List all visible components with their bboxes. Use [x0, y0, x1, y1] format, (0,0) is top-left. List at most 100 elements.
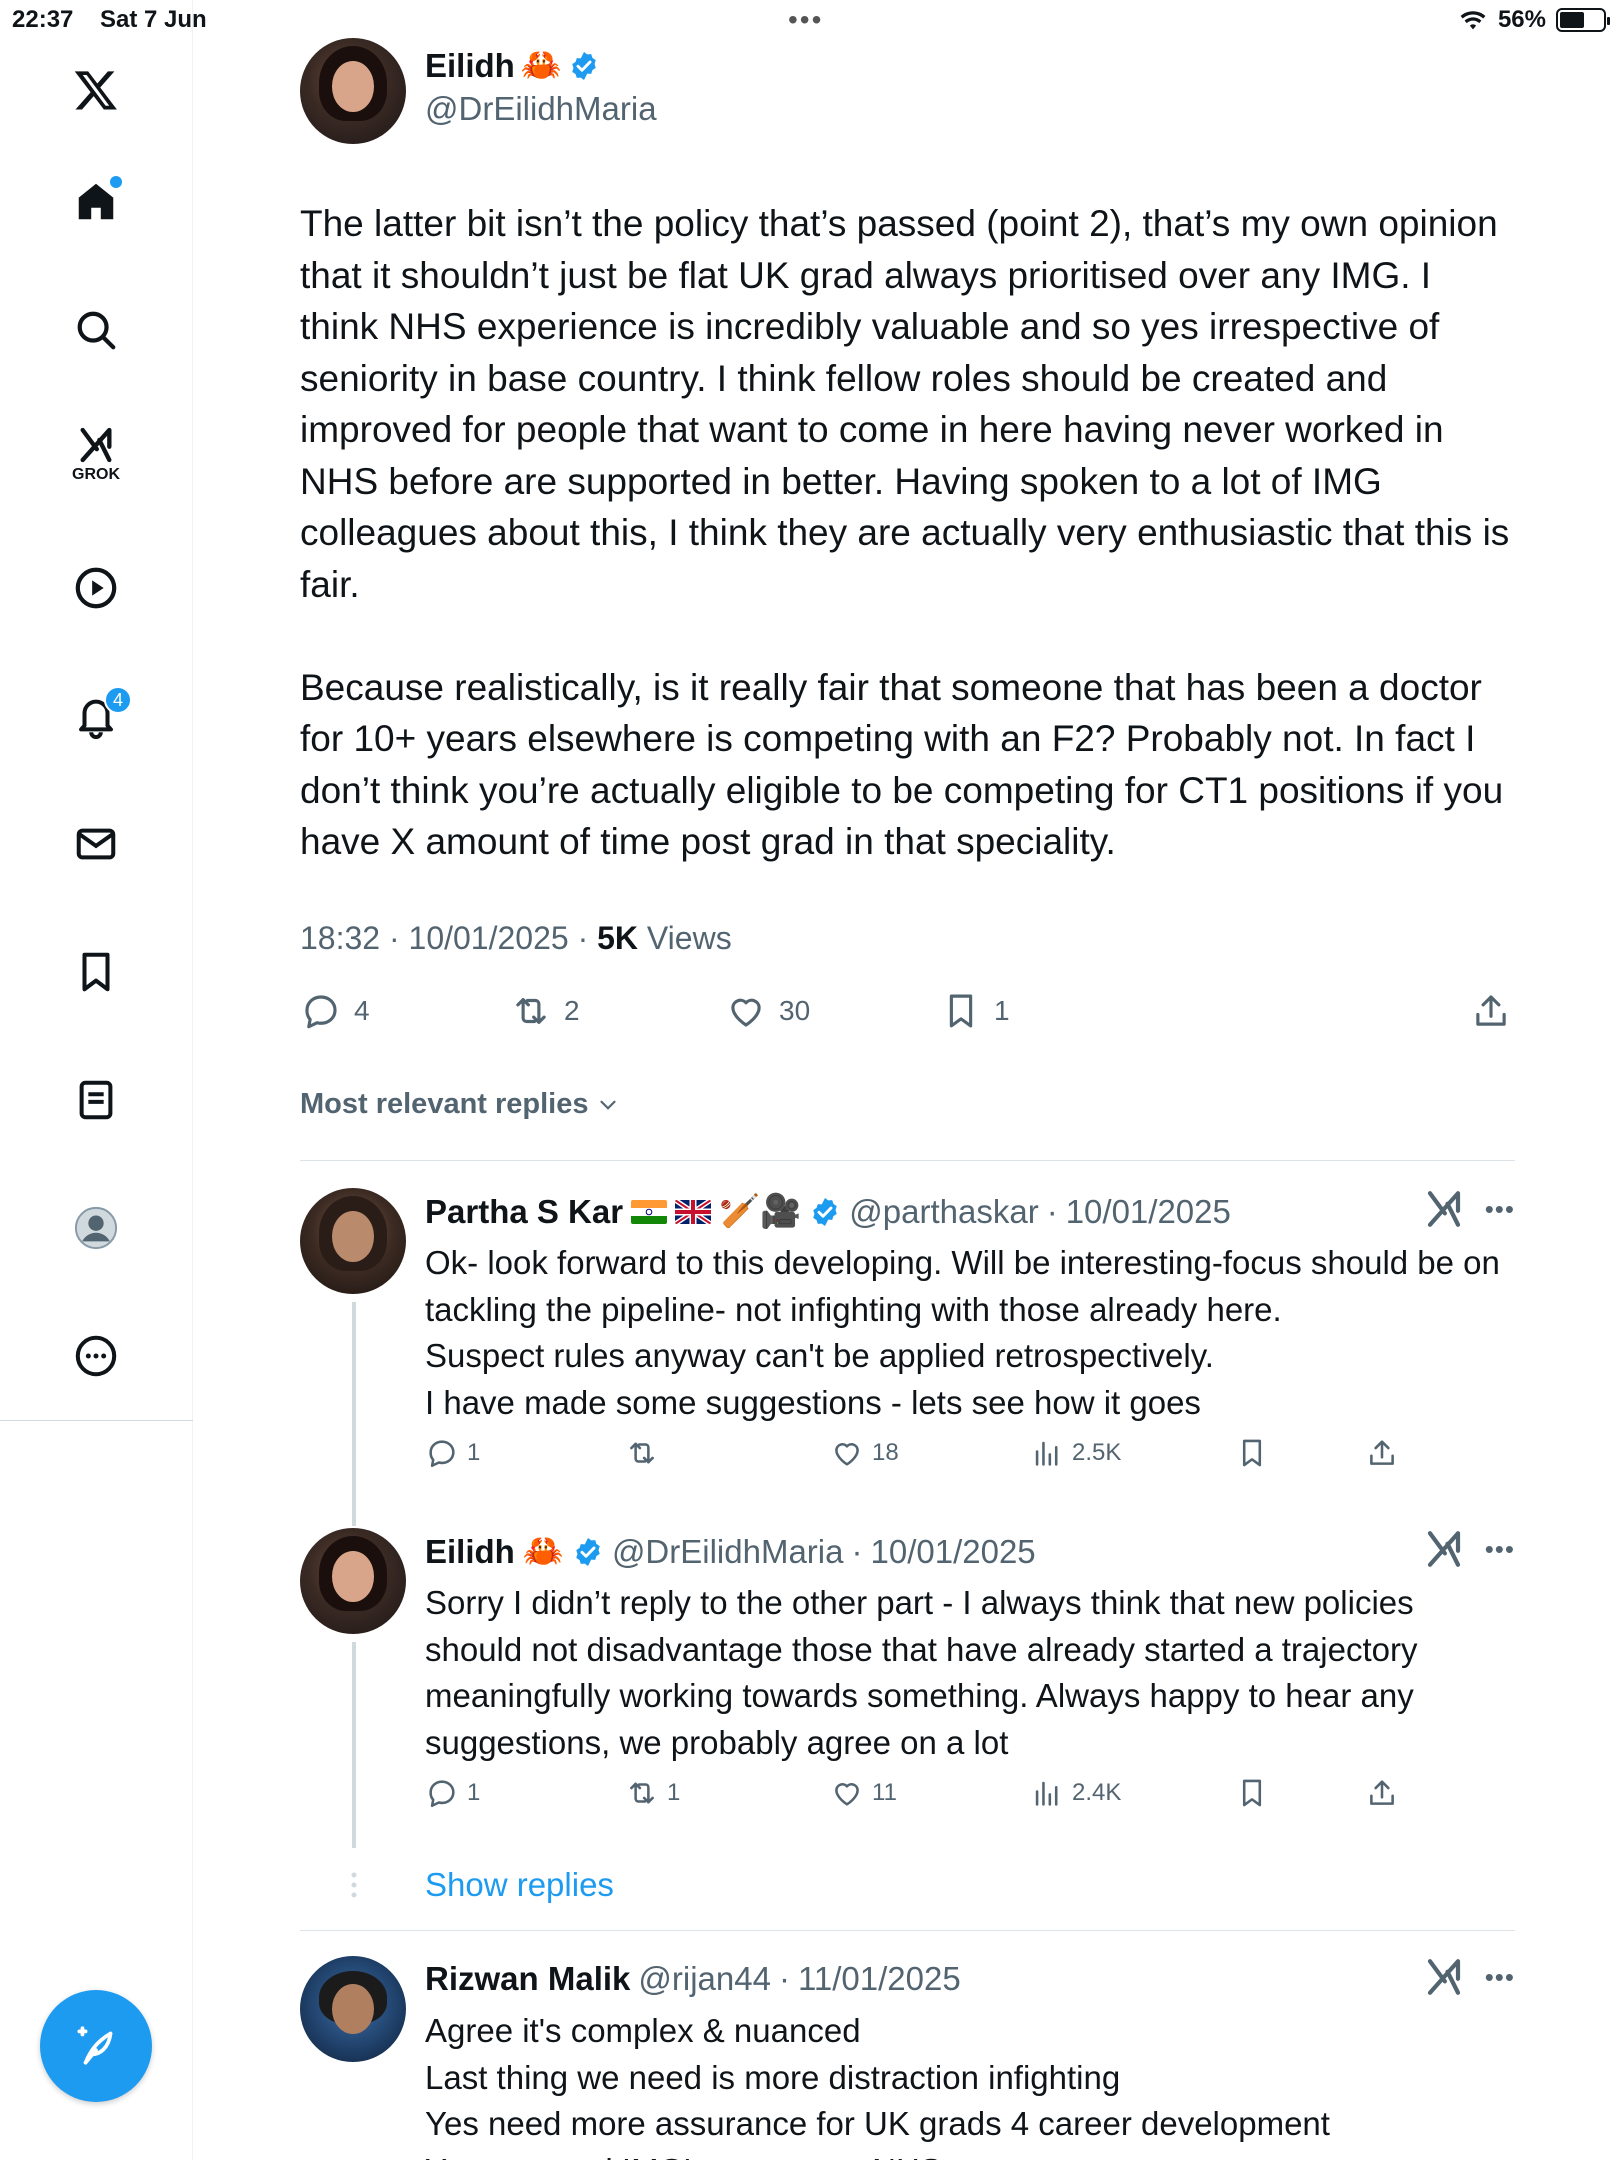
- divider: [300, 1160, 1515, 1161]
- reply-handle[interactable]: @rijan44: [638, 1960, 771, 1998]
- sidebar-item-grok[interactable]: GROK: [60, 418, 132, 490]
- reply-text: Agree it's complex & nuanced Last thing …: [425, 2012, 1330, 2160]
- more-options-icon[interactable]: •••: [1485, 1962, 1515, 1993]
- battery-percent: 56%: [1497, 6, 1546, 33]
- author-name-row[interactable]: Eilidh 🦀: [425, 46, 600, 85]
- sidebar-item-video[interactable]: [60, 552, 132, 624]
- reply-button[interactable]: 1: [425, 1776, 480, 1810]
- reply-item[interactable]: Partha S Kar 🏏🎥 @parthaskar · 10/01/2025…: [300, 1188, 1515, 1488]
- like-count: 18: [872, 1439, 899, 1466]
- tweet-views-count: 5K: [597, 920, 639, 956]
- tweet-views-label: Views: [646, 920, 732, 956]
- reply-icon: [429, 1440, 455, 1468]
- share-icon: [1370, 1780, 1394, 1805]
- notifications-badge: 4: [104, 686, 132, 714]
- reply-actions: 1 1 11 2.4K: [425, 1776, 1515, 1816]
- reply-handle[interactable]: @parthaskar: [849, 1193, 1038, 1231]
- x-logo-icon[interactable]: [60, 54, 132, 126]
- reply-header: Eilidh 🦀 @DrEilidhMaria · 10/01/2025: [425, 1532, 1036, 1571]
- home-unread-dot: [110, 176, 122, 188]
- thread-dots-icon: [351, 1872, 357, 1898]
- bookmark-button[interactable]: 1: [940, 990, 1010, 1032]
- views-chart-icon: [1035, 1781, 1058, 1806]
- reply-author-name[interactable]: Partha S Kar: [425, 1193, 623, 1231]
- reply-dot-separator: ·: [851, 1532, 863, 1570]
- reply-avatar[interactable]: [300, 1956, 406, 2062]
- like-count: 11: [872, 1779, 897, 1806]
- repost-icon: [630, 1442, 654, 1464]
- more-circle-icon: [75, 1335, 117, 1377]
- reply-date[interactable]: 10/01/2025: [871, 1533, 1036, 1571]
- share-button[interactable]: [1470, 990, 1512, 1032]
- reply-icon: [429, 1780, 455, 1808]
- repost-count: 2: [564, 995, 580, 1026]
- repost-button[interactable]: [625, 1436, 667, 1470]
- verified-badge-icon: [813, 1197, 838, 1226]
- share-icon: [1476, 995, 1506, 1026]
- reply-item[interactable]: Eilidh 🦀 @DrEilidhMaria · 10/01/2025 •••…: [300, 1528, 1515, 1828]
- share-button[interactable]: [1365, 1436, 1399, 1470]
- reply-handle[interactable]: @DrEilidhMaria: [612, 1533, 844, 1571]
- sidebar-item-profile[interactable]: [60, 1192, 132, 1264]
- share-button[interactable]: [1365, 1776, 1399, 1810]
- reply-author-name[interactable]: Eilidh: [425, 1533, 515, 1571]
- bookmark-count: 1: [994, 995, 1010, 1026]
- like-button[interactable]: 18: [830, 1436, 899, 1470]
- reply-item[interactable]: Rizwan Malik @rijan44 · 11/01/2025 ••• A…: [300, 1956, 1515, 2160]
- views-button[interactable]: 2.4K: [1030, 1776, 1121, 1810]
- tweet-author: Eilidh 🦀 @DrEilidhMaria: [300, 38, 1515, 144]
- reply-date[interactable]: 10/01/2025: [1066, 1193, 1231, 1231]
- author-handle[interactable]: @DrEilidhMaria: [425, 90, 657, 128]
- replies-sort-dropdown[interactable]: Most relevant replies: [300, 1088, 621, 1121]
- bookmark-button[interactable]: [1235, 1436, 1269, 1470]
- compose-button[interactable]: [40, 1990, 152, 2102]
- grok-icon[interactable]: [1423, 1188, 1465, 1230]
- more-options-icon[interactable]: •••: [1485, 1194, 1515, 1225]
- reply-button[interactable]: 4: [300, 990, 370, 1032]
- bookmark-icon: [1242, 1779, 1262, 1807]
- battery-icon: [1556, 8, 1610, 32]
- sidebar-item-lists[interactable]: [60, 1064, 132, 1136]
- grok-label: GROK: [72, 466, 120, 483]
- views-count: 2.5K: [1072, 1439, 1122, 1466]
- like-button[interactable]: 11: [830, 1776, 897, 1810]
- repost-icon: [516, 998, 546, 1024]
- views-chart-icon: [1035, 1441, 1058, 1466]
- grok-icon[interactable]: [1423, 1956, 1465, 1998]
- views-button[interactable]: 2.5K: [1030, 1436, 1121, 1470]
- tweet-time[interactable]: 18:32: [300, 920, 380, 956]
- reply-date[interactable]: 11/01/2025: [798, 1960, 961, 1998]
- sidebar-item-more[interactable]: [60, 1320, 132, 1392]
- status-bar: 22:37 Sat 7 Jun ••• 56%: [0, 0, 1620, 40]
- sidebar-item-notifications[interactable]: 4: [60, 680, 132, 752]
- reply-author-name[interactable]: Rizwan Malik: [425, 1960, 630, 1998]
- repost-button[interactable]: 1: [625, 1776, 680, 1810]
- reply-icon: [305, 995, 337, 1029]
- reply-avatar[interactable]: [300, 1188, 406, 1294]
- bookmark-icon: [1242, 1439, 1262, 1467]
- reply-avatar[interactable]: [300, 1528, 406, 1634]
- tweet-date[interactable]: 10/01/2025: [409, 920, 569, 956]
- crab-emoji: 🦀: [520, 46, 562, 83]
- bookmark-icon: [949, 994, 973, 1028]
- like-button[interactable]: 30: [725, 990, 810, 1032]
- show-replies-link[interactable]: Show replies: [425, 1866, 614, 1904]
- uk-flag-icon: [675, 1199, 712, 1224]
- author-avatar[interactable]: [300, 38, 406, 144]
- grok-icon[interactable]: [1423, 1528, 1465, 1570]
- sidebar-item-messages[interactable]: [60, 808, 132, 880]
- author-name: Eilidh: [425, 46, 515, 84]
- sidebar-item-explore[interactable]: [60, 294, 132, 366]
- reply-text: Ok- look forward to this developing. Wil…: [425, 1244, 1500, 1421]
- sidebar-item-bookmarks[interactable]: [60, 936, 132, 1008]
- sidebar-item-home[interactable]: [60, 166, 132, 238]
- repost-icon: [630, 1782, 654, 1804]
- reply-dot-separator: ·: [1046, 1192, 1058, 1230]
- more-options-icon[interactable]: •••: [1485, 1534, 1515, 1565]
- grok-icon: [80, 427, 112, 463]
- reply-button[interactable]: 1: [425, 1436, 480, 1470]
- repost-button[interactable]: 2: [510, 990, 580, 1032]
- bookmark-button[interactable]: [1235, 1776, 1269, 1810]
- multitask-dots-icon[interactable]: •••: [788, 4, 823, 36]
- play-icon: [75, 567, 117, 609]
